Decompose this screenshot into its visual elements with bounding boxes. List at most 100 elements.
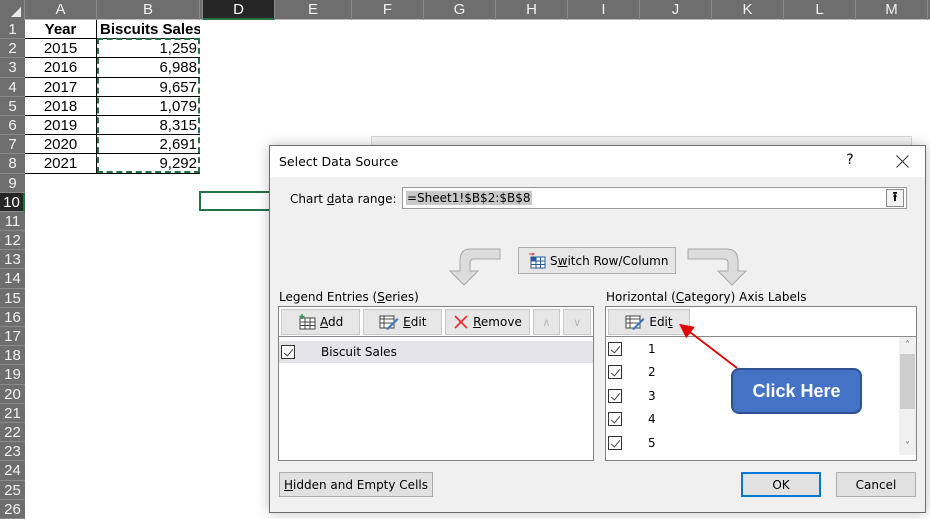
- column-header-e[interactable]: E: [275, 0, 352, 20]
- switch-table-icon: [529, 252, 546, 268]
- cell-sales[interactable]: 9,292: [97, 154, 200, 174]
- row-header-6[interactable]: 6: [0, 115, 25, 136]
- row-header-15[interactable]: 15: [0, 288, 25, 308]
- dialog-title: Select Data Source: [279, 154, 399, 169]
- category-label: 5: [648, 435, 656, 450]
- move-up-button[interactable]: ∧: [532, 309, 561, 335]
- row-header-5[interactable]: 5: [0, 96, 25, 116]
- cell-sales[interactable]: 6,988: [97, 58, 200, 78]
- column-header-i[interactable]: I: [568, 0, 640, 20]
- table-row: 2015 1,259: [25, 39, 200, 59]
- column-header-a[interactable]: A: [25, 0, 97, 20]
- row-header-20[interactable]: 20: [0, 384, 25, 404]
- row-header-14[interactable]: 14: [0, 269, 25, 289]
- cell-year[interactable]: 2016: [25, 58, 97, 78]
- table-row: 2019 8,315: [25, 115, 200, 136]
- cell-year[interactable]: 2018: [25, 96, 97, 116]
- row-header-22[interactable]: 22: [0, 422, 25, 443]
- add-series-button[interactable]: Add: [281, 309, 361, 335]
- cell-sales[interactable]: 2,691: [97, 135, 200, 155]
- scroll-up-icon[interactable]: ˄: [899, 337, 916, 354]
- scroll-down-icon[interactable]: ˅: [899, 438, 916, 455]
- list-item[interactable]: 1: [606, 337, 916, 361]
- remove-series-button[interactable]: Remove: [445, 309, 530, 335]
- cell-b1[interactable]: Biscuits Sales: [97, 20, 200, 40]
- list-item[interactable]: 5: [606, 431, 916, 455]
- curved-arrow-right-icon: [687, 248, 748, 286]
- cell-year[interactable]: 2019: [25, 115, 97, 136]
- column-header-h[interactable]: H: [496, 0, 568, 20]
- cell-year[interactable]: 2021: [25, 154, 97, 174]
- select-all-button[interactable]: [0, 0, 25, 20]
- edit-axis-labels-label: Edit: [649, 315, 673, 329]
- active-cell-selection[interactable]: [199, 191, 279, 211]
- cell-year[interactable]: 2015: [25, 39, 97, 59]
- column-header-b[interactable]: B: [97, 0, 200, 20]
- cell-sales[interactable]: 9,657: [97, 78, 200, 97]
- move-down-button[interactable]: ∨: [563, 309, 592, 335]
- row-header-11[interactable]: 11: [0, 211, 25, 232]
- add-table-icon: [299, 314, 316, 330]
- row-header-24[interactable]: 24: [0, 461, 25, 481]
- category-checkbox[interactable]: [608, 388, 622, 403]
- cell-sales[interactable]: 1,259: [97, 39, 200, 59]
- row-header-21[interactable]: 21: [0, 403, 25, 423]
- cell-year[interactable]: 2020: [25, 135, 97, 155]
- chevron-up-icon: ∧: [542, 315, 551, 329]
- category-checkbox[interactable]: [608, 341, 622, 356]
- row-header-25[interactable]: 25: [0, 480, 25, 500]
- hidden-and-empty-cells-button[interactable]: Hidden and Empty Cells: [279, 472, 433, 497]
- row-header-2[interactable]: 2: [0, 39, 25, 59]
- category-list-scrollbar[interactable]: ˄ ˅: [899, 337, 916, 455]
- data-table: Year Biscuits Sales 2015 1,259 2016 6,988 20…: [25, 20, 200, 174]
- cancel-button[interactable]: Cancel: [836, 472, 916, 497]
- column-header-l[interactable]: L: [784, 0, 856, 20]
- row-header-8[interactable]: 8: [0, 154, 25, 174]
- close-icon[interactable]: [890, 149, 916, 173]
- table-row: 2017 9,657: [25, 77, 200, 97]
- table-header-row: Year Biscuits Sales: [25, 20, 200, 40]
- row-header-26[interactable]: 26: [0, 499, 25, 519]
- row-header-23[interactable]: 23: [0, 442, 25, 462]
- switch-row-column-button[interactable]: Switch Row/Column: [518, 247, 676, 274]
- edit-axis-labels-button[interactable]: Edit: [608, 309, 690, 335]
- column-header-d[interactable]: D: [203, 0, 275, 20]
- category-label: 2: [648, 365, 656, 380]
- row-header-7[interactable]: 7: [0, 135, 25, 155]
- row-header-17[interactable]: 17: [0, 327, 25, 347]
- row-header-16[interactable]: 16: [0, 307, 25, 327]
- category-checkbox[interactable]: [608, 365, 622, 380]
- column-header-j[interactable]: J: [640, 0, 712, 20]
- edit-series-button[interactable]: Edit: [363, 309, 443, 335]
- cell-sales[interactable]: 1,079: [97, 97, 200, 116]
- dialog-titlebar[interactable]: Select Data Source ?: [270, 146, 925, 177]
- curved-arrow-left-icon: [448, 248, 501, 286]
- help-button[interactable]: ?: [840, 152, 860, 168]
- row-header-10[interactable]: 10: [0, 192, 25, 212]
- category-checkbox[interactable]: [608, 412, 622, 427]
- row-header-1[interactable]: 1: [0, 20, 25, 40]
- row-header-13[interactable]: 13: [0, 250, 25, 270]
- cell-a1[interactable]: Year: [25, 20, 97, 40]
- scrollbar-thumb[interactable]: [900, 354, 915, 409]
- row-header-9[interactable]: 9: [0, 173, 25, 193]
- row-header-4[interactable]: 4: [0, 77, 25, 97]
- collapse-dialog-upload-icon[interactable]: ⭱: [886, 189, 904, 207]
- cell-sales[interactable]: 8,315: [97, 116, 200, 136]
- row-header-3[interactable]: 3: [0, 58, 25, 78]
- column-header-k[interactable]: K: [712, 0, 784, 20]
- ok-button[interactable]: OK: [741, 472, 821, 497]
- list-item[interactable]: Biscuit Sales: [279, 341, 593, 363]
- column-header-g[interactable]: G: [424, 0, 496, 20]
- row-header-12[interactable]: 12: [0, 231, 25, 251]
- chevron-down-icon: ∨: [573, 315, 582, 329]
- row-header-19[interactable]: 19: [0, 365, 25, 385]
- category-checkbox[interactable]: [608, 435, 622, 450]
- cell-year[interactable]: 2017: [25, 77, 97, 97]
- series-name: Biscuit Sales: [321, 345, 397, 359]
- series-checkbox[interactable]: [281, 345, 295, 359]
- chart-data-range-input[interactable]: =Sheet1!$B$2:$B$8 ⭱: [402, 187, 907, 209]
- column-header-f[interactable]: F: [352, 0, 424, 20]
- row-header-18[interactable]: 18: [0, 346, 25, 366]
- column-header-m[interactable]: M: [856, 0, 928, 20]
